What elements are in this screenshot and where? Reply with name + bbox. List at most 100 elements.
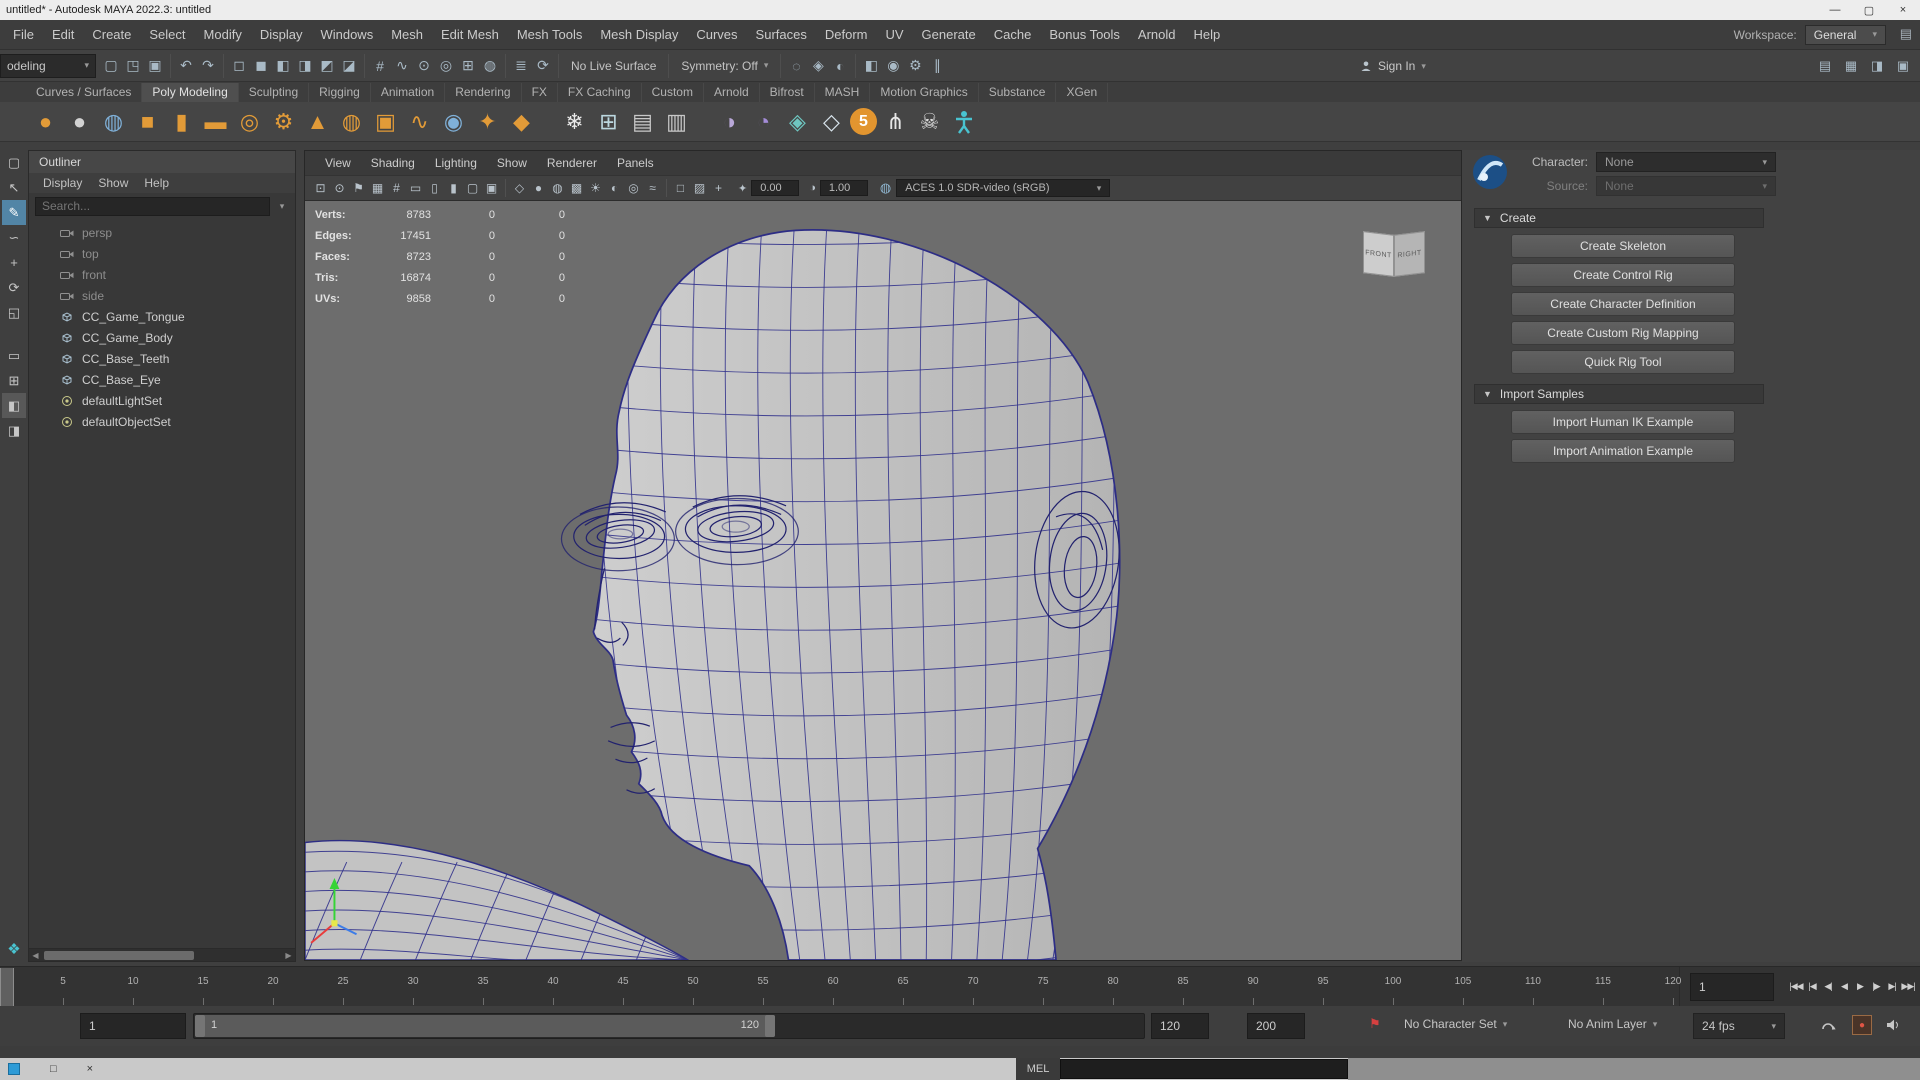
wireframe-display-icon[interactable]: ◇ [510, 178, 529, 198]
menu-mesh[interactable]: Mesh [382, 27, 432, 42]
layout-outliner-pane-icon[interactable]: ◧ [2, 393, 26, 418]
new-scene-icon[interactable]: ▢ [100, 54, 122, 78]
sign-in-button[interactable]: Sign In ▾ [1352, 54, 1434, 78]
menu-edit-mesh[interactable]: Edit Mesh [432, 27, 508, 42]
character-dropdown[interactable]: None ▾ [1596, 152, 1776, 172]
workspace-dropdown[interactable]: General ▾ [1804, 24, 1886, 45]
menu-select[interactable]: Select [140, 27, 194, 42]
gamma-value[interactable]: 1.00 [819, 180, 868, 196]
shelf-tab-mash[interactable]: MASH [815, 83, 871, 102]
viewport-menu-lighting[interactable]: Lighting [425, 156, 487, 170]
scale-tool-icon[interactable]: ◱ [2, 300, 26, 325]
toggle-channel-box-icon[interactable]: ▣ [1892, 54, 1914, 78]
shelf-tab-custom[interactable]: Custom [642, 83, 704, 102]
viewcube-front-face[interactable]: FRONT [1363, 231, 1394, 277]
mute-playback-icon[interactable] [1886, 1019, 1900, 1031]
menu-surfaces[interactable]: Surfaces [747, 27, 816, 42]
safe-action-icon[interactable]: ▢ [463, 178, 482, 198]
range-end-handle[interactable] [765, 1015, 775, 1037]
safe-title-icon[interactable]: ▣ [482, 178, 501, 198]
menu-display[interactable]: Display [251, 27, 312, 42]
exposure-value[interactable]: 0.00 [751, 180, 800, 196]
character-set-dropdown[interactable]: No Character Set ▾ [1404, 1017, 1507, 1031]
no-live-surface-label[interactable]: No Live Surface [563, 59, 664, 73]
humanik-character-icon[interactable] [948, 106, 979, 137]
maximize-button[interactable]: ▢ [1852, 0, 1886, 20]
move-tool-icon[interactable]: + [2, 250, 26, 275]
section-header-import-samples[interactable]: ▼ Import Samples [1474, 384, 1764, 404]
ambient-occlusion-icon[interactable]: ◎ [624, 178, 643, 198]
menu-arnold[interactable]: Arnold [1129, 27, 1185, 42]
camera-attributes-icon[interactable]: ▦ [368, 178, 387, 198]
import-human-ik-example-button[interactable]: Import Human IK Example [1511, 410, 1735, 434]
snap-to-point-icon[interactable]: ⊙ [413, 54, 435, 78]
viewcube-right-face[interactable]: RIGHT [1394, 231, 1425, 277]
fps-dropdown[interactable]: 24 fps ▾ [1693, 1013, 1785, 1039]
shelf-tab-sculpting[interactable]: Sculpting [239, 83, 310, 102]
menu-mesh-display[interactable]: Mesh Display [591, 27, 687, 42]
outliner-item-cc-game-tongue[interactable]: CC_Game_Tongue [29, 306, 295, 327]
toggle-modeling-toolkit-icon[interactable]: ▤ [1814, 54, 1836, 78]
open-scene-icon[interactable]: ◳ [122, 54, 144, 78]
viewport-canvas[interactable]: Verts: 8783 0 0 Edges: 17451 0 0 Faces: 8723 0 0 Tri… [305, 201, 1461, 960]
poly-helix-icon[interactable]: ∿ [404, 106, 435, 137]
poly-cone-icon[interactable]: ▲ [302, 106, 333, 137]
poly-cylinder-icon[interactable]: ▮ [166, 106, 197, 137]
scrollbar-thumb[interactable] [44, 950, 194, 960]
shelf-tab-arnold[interactable]: Arnold [704, 83, 760, 102]
redo-icon[interactable]: ↷ [197, 54, 219, 78]
sample-spheres-light-icon[interactable]: ◇ [816, 106, 847, 137]
textured-display-icon[interactable]: ▩ [567, 178, 586, 198]
range-slider-bar[interactable]: 1 120 [195, 1015, 775, 1037]
gamma-field[interactable]: ◑ 1.00 [809, 180, 868, 196]
shelf-tab-fx-caching[interactable]: FX Caching [558, 83, 642, 102]
joint-xray-icon[interactable]: + [709, 178, 728, 198]
wireframe-on-shaded-icon[interactable]: ◍ [548, 178, 567, 198]
gate-mask-icon[interactable]: ▮ [444, 178, 463, 198]
workspace-menu-icon[interactable]: ▤ [1900, 26, 1912, 42]
construction-history-icon[interactable]: ≣ [510, 54, 532, 78]
select-by-object-icon[interactable]: ◼ [250, 54, 272, 78]
outliner-item-cc-base-eye[interactable]: CC_Base_Eye [29, 369, 295, 390]
grid-toggle-icon[interactable]: # [387, 178, 406, 198]
select-by-hierarchy-icon[interactable]: ◻ [228, 54, 250, 78]
lasso-tool-icon[interactable]: ∽ [2, 225, 26, 250]
menu-bonus-tools[interactable]: Bonus Tools [1040, 27, 1129, 42]
poly-disc-icon[interactable]: ◍ [336, 106, 367, 137]
menu-uv[interactable]: UV [876, 27, 912, 42]
quick-rig-tool-button[interactable]: Quick Rig Tool [1511, 350, 1735, 374]
outliner-item-side[interactable]: side [29, 285, 295, 306]
current-frame-field[interactable]: 1 [1690, 973, 1774, 1001]
menu-mesh-tools[interactable]: Mesh Tools [508, 27, 592, 42]
bookmark-icon[interactable]: ⚑ [349, 178, 368, 198]
shelf-tab-xgen[interactable]: XGen [1056, 83, 1109, 102]
outliner-filter-icon[interactable]: ▾ [275, 201, 289, 212]
timeline-playhead[interactable] [0, 968, 14, 1006]
snap-to-view-plane-icon[interactable]: ⊞ [457, 54, 479, 78]
shelf-tab-animation[interactable]: Animation [371, 83, 446, 102]
outliner-menu-show[interactable]: Show [90, 176, 136, 190]
menu-curves[interactable]: Curves [687, 27, 746, 42]
sculpt-mesh-icon[interactable]: ❄ [559, 106, 590, 137]
smooth-shade-icon[interactable]: ● [529, 178, 548, 198]
sample-spheres-icon[interactable]: ◈ [782, 106, 813, 137]
menu-help[interactable]: Help [1185, 27, 1230, 42]
snap-to-grid-icon[interactable]: # [369, 54, 391, 78]
save-scene-icon[interactable]: ▣ [144, 54, 166, 78]
minimize-button[interactable]: — [1818, 0, 1852, 20]
command-line-input[interactable] [1060, 1059, 1348, 1079]
shelf-tab-substance[interactable]: Substance [979, 83, 1057, 102]
image-plane-icon[interactable]: ▤ [627, 106, 658, 137]
snap-to-curve-icon[interactable]: ∿ [391, 54, 413, 78]
step-back-frame-button[interactable]: ◀| [1821, 975, 1835, 997]
timeline-ruler[interactable]: 5 10 15 20 25 30 35 40 45 50 55 60 65 70 75 80 85 90 95 100… [0, 967, 1681, 1007]
layout-custom-pane-icon[interactable]: ◨ [2, 418, 26, 443]
menu-cache[interactable]: Cache [985, 27, 1041, 42]
outliner-item-defaultlightset[interactable]: defaultLightSet [29, 390, 295, 411]
render-current-frame-icon[interactable]: ◧ [860, 54, 882, 78]
viewport-menu-panels[interactable]: Panels [607, 156, 664, 170]
step-forward-frame-button[interactable]: |▶ [1869, 975, 1883, 997]
view-cube[interactable]: FRONT RIGHT [1361, 223, 1431, 285]
menu-deform[interactable]: Deform [816, 27, 877, 42]
outliner-item-front[interactable]: front [29, 264, 295, 285]
